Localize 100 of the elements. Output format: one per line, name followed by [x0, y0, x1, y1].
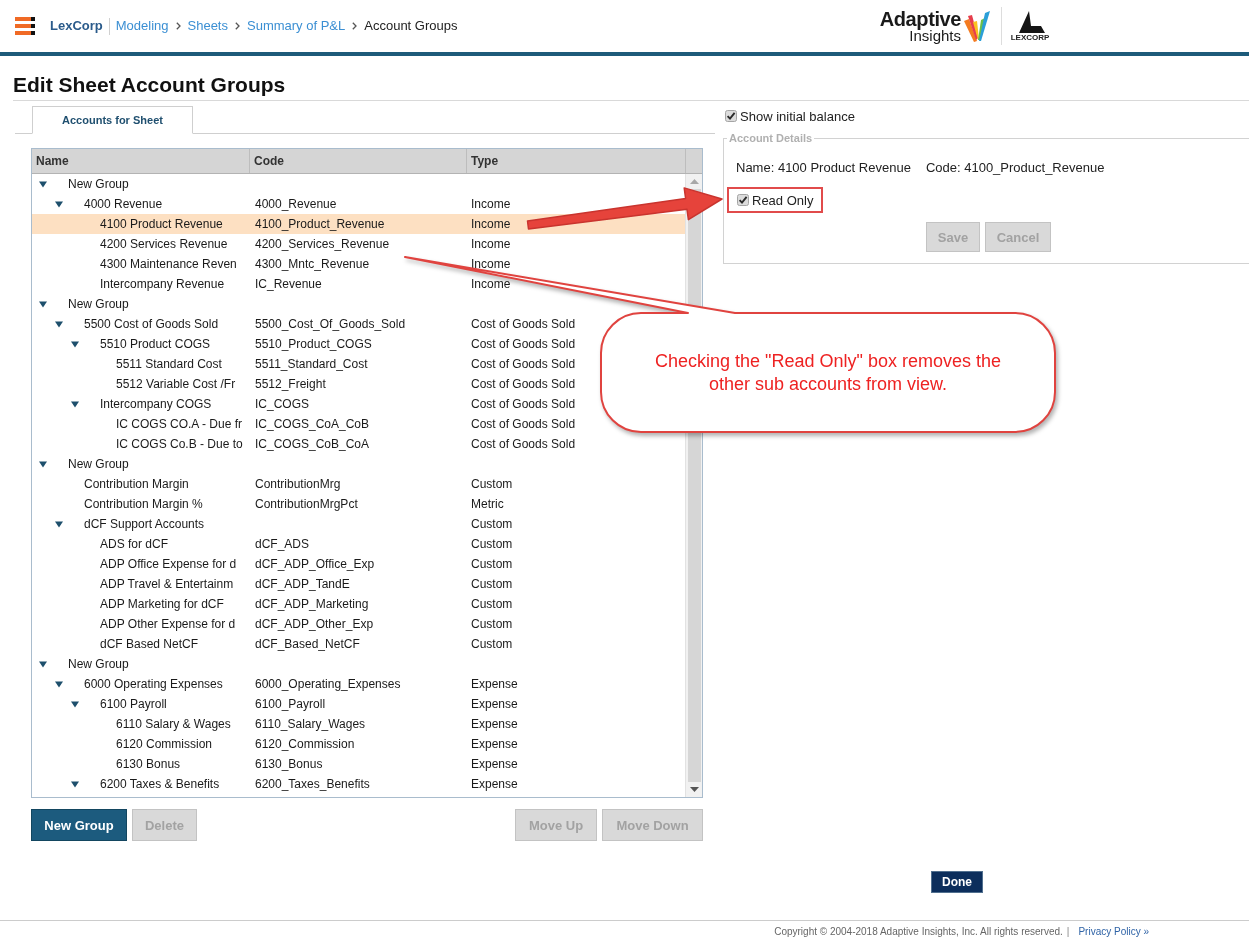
tree-row[interactable]: Contribution Margin % ContributionMrgPct Metric: [32, 494, 504, 514]
account-type: Custom: [471, 517, 513, 531]
logo-text: Adaptive: [879, 9, 961, 29]
caret-down-icon[interactable]: [71, 700, 79, 708]
copyright-text: Copyright © 2004-2018 Adaptive Insights, Inc. All rights reserved.: [774, 926, 1063, 937]
new-group-button[interactable]: New Group: [31, 809, 127, 841]
tree-row[interactable]: ADP Other Expense for d dCF_ADP_Other_Exp Custom: [32, 614, 513, 634]
tree-row[interactable]: New Group: [32, 454, 471, 474]
tree-row[interactable]: Intercompany Revenue IC_Revenue Income: [32, 274, 511, 294]
account-name: dCF Support Accounts: [84, 517, 205, 531]
account-name: ADP Office Expense for d: [100, 557, 237, 571]
caret-down-icon[interactable]: [55, 520, 63, 528]
tree-row[interactable]: 5510 Product COGS 5510_Product_COGS Cost of Goods Sold: [32, 334, 576, 354]
account-name: 5512 Variable Cost /Fr: [116, 377, 236, 391]
account-name: 6130 Bonus: [116, 757, 181, 771]
account-code: dCF_ADP_Office_Exp: [255, 557, 375, 571]
scroll-down-icon[interactable]: [689, 787, 699, 792]
column-header: Type: [467, 149, 686, 173]
caret-down-icon[interactable]: [55, 680, 63, 688]
privacy-policy-link[interactable]: Privacy Policy »: [1078, 926, 1149, 937]
tree-row[interactable]: Intercompany COGS IC_COGS Cost of Goods Sold: [32, 394, 576, 414]
caret-down-icon[interactable]: [39, 660, 47, 668]
account-name: New Group: [68, 457, 129, 471]
home-link[interactable]: LexCorp: [50, 18, 103, 34]
account-type: Cost of Goods Sold: [471, 317, 576, 331]
account-name: ADS for dCF: [100, 537, 168, 551]
breadcrumb-link[interactable]: Modeling: [115, 18, 169, 34]
account-type: Expense: [471, 757, 518, 771]
account-type: Expense: [471, 677, 518, 691]
tree-row[interactable]: 4200 Services Revenue 4200_Services_Revenue Income: [32, 234, 511, 254]
account-name: New Group: [68, 657, 129, 671]
caret-down-icon[interactable]: [71, 780, 79, 788]
striped-v-logo-icon: [964, 10, 991, 42]
checkbox-label[interactable]: Read Only: [752, 192, 814, 208]
tree-row[interactable]: 6100 Payroll 6100_Payroll Expense: [32, 694, 518, 714]
account-name: ADP Other Expense for d: [100, 617, 236, 631]
tree-row[interactable]: 6000 Operating Expenses 6000_Operating_Expenses Expense: [32, 674, 518, 694]
account-name: Contribution Margin %: [84, 497, 203, 511]
account-code: 6100_Payroll: [255, 697, 326, 711]
account-code: 6110_Salary_Wages: [255, 717, 366, 731]
tree-row[interactable]: New Group: [32, 294, 471, 314]
chevron-right-icon: [352, 22, 358, 30]
breadcrumb-link[interactable]: Summary of P&L: [247, 18, 346, 34]
caret-down-icon[interactable]: [39, 300, 47, 308]
caret-down-icon[interactable]: [39, 460, 47, 468]
tree-row[interactable]: ADP Travel & Entertainm dCF_ADP_TandE Custom: [32, 574, 513, 594]
tree-row[interactable]: ADP Office Expense for d dCF_ADP_Office_Exp Custom: [32, 554, 513, 574]
tree-row[interactable]: IC COGS CO.A - Due fr IC_COGS_CoA_CoB Cost of Goods Sold: [32, 414, 576, 434]
tree-row[interactable]: 5511 Standard Cost 5511_Standard_Cost Cost of Goods Sold: [32, 354, 576, 374]
account-code: 6130_Bonus: [255, 757, 323, 771]
tree-row[interactable]: IC COGS Co.B - Due to IC_COGS_CoB_CoA Cost of Goods Sold: [32, 434, 576, 454]
checkbox[interactable]: [737, 194, 749, 206]
menu-icon[interactable]: [15, 17, 35, 35]
account-code: 5500_Cost_Of_Goods_Sold: [255, 317, 406, 331]
tree-row[interactable]: Contribution Margin ContributionMrg Custom: [32, 474, 513, 494]
tree-row[interactable]: New Group: [32, 174, 471, 194]
account-type: Cost of Goods Sold: [471, 397, 576, 411]
account-type: Custom: [471, 477, 513, 491]
account-code: dCF_Based_NetCF: [255, 637, 360, 651]
caret-down-icon[interactable]: [71, 400, 79, 408]
account-name: 4100 Product Revenue: [100, 217, 223, 231]
account-name: 5500 Cost of Goods Sold: [84, 317, 219, 331]
account-type: Cost of Goods Sold: [471, 337, 576, 351]
caret-down-icon[interactable]: [39, 180, 47, 188]
tree-row[interactable]: 6130 Bonus 6130_Bonus Expense: [32, 754, 518, 774]
account-type: Expense: [471, 777, 518, 791]
tree-row[interactable]: 6120 Commission 6120_Commission Expense: [32, 734, 518, 754]
tree-row[interactable]: ADS for dCF dCF_ADS Custom: [32, 534, 513, 554]
tab[interactable]: Accounts for Sheet: [32, 106, 193, 134]
tree-row[interactable]: dCF Support Accounts Custom: [32, 514, 513, 534]
account-code: 6000_Operating_Expenses: [255, 677, 401, 691]
account-type: Cost of Goods Sold: [471, 357, 576, 371]
account-type: Expense: [471, 697, 518, 711]
tree-row[interactable]: ADP Marketing for dCF dCF_ADP_Marketing Custom: [32, 594, 513, 614]
done-button[interactable]: Done: [931, 871, 983, 893]
breadcrumb-link[interactable]: Sheets: [187, 18, 228, 34]
tree-row[interactable]: 5500 Cost of Goods Sold 5500_Cost_Of_Goods_Sold Cost of Goods Sold: [32, 314, 576, 334]
account-name: 5510 Product COGS: [100, 337, 211, 351]
caret-down-icon[interactable]: [71, 340, 79, 348]
account-code: ContributionMrg: [255, 477, 341, 491]
tree-row[interactable]: 4100 Product Revenue 4100_Product_Revenue Income: [32, 214, 685, 234]
account-name: 6100 Payroll: [100, 697, 167, 711]
tree-row[interactable]: dCF Based NetCF dCF_Based_NetCF Custom: [32, 634, 513, 654]
caret-down-icon[interactable]: [55, 200, 63, 208]
separator-text: |: [1066, 926, 1070, 937]
tree-row[interactable]: 6200 Taxes & Benefits 6200_Taxes_Benefits Expense: [32, 774, 518, 794]
checkbox-label[interactable]: Show initial balance: [740, 108, 855, 124]
account-code: 6200_Taxes_Benefits: [255, 777, 370, 791]
chevron-right-icon: [235, 22, 240, 30]
account-type: Custom: [471, 577, 513, 591]
caret-down-icon[interactable]: [55, 320, 63, 328]
account-type: Custom: [471, 557, 513, 571]
tree-row[interactable]: New Group: [32, 654, 471, 674]
tree-row[interactable]: 4000 Revenue 4000_Revenue Income: [32, 194, 511, 214]
account-type: Custom: [471, 617, 513, 631]
account-name: Intercompany Revenue: [100, 277, 225, 291]
checkbox[interactable]: [725, 110, 737, 122]
tree-row[interactable]: 5512 Variable Cost /Fr 5512_Freight Cost of Goods Sold: [32, 374, 576, 394]
tree-row[interactable]: 6110 Salary & Wages 6110_Salary_Wages Expense: [32, 714, 518, 734]
tree-row[interactable]: 4300 Maintenance Reven 4300_Mntc_Revenue Income: [32, 254, 511, 274]
